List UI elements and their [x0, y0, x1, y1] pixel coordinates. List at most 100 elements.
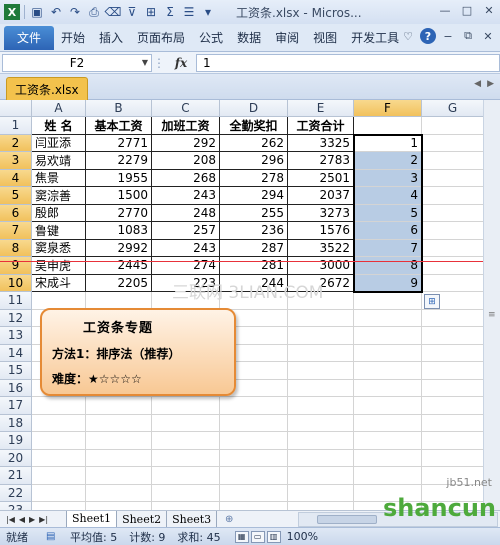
cell[interactable]: [354, 327, 422, 345]
cell[interactable]: [422, 222, 484, 240]
first-sheet-icon[interactable]: |◀: [6, 515, 15, 524]
row-header-22[interactable]: 22: [0, 484, 32, 502]
merge-icon[interactable]: ☰: [181, 4, 197, 20]
page-layout-view-icon[interactable]: ▭: [250, 530, 265, 543]
cell[interactable]: [354, 344, 422, 362]
table-cell[interactable]: 255: [220, 204, 288, 222]
table-header-cell[interactable]: 全勤奖扣: [220, 117, 288, 135]
table-cell[interactable]: 3273: [288, 204, 354, 222]
table-cell[interactable]: 1576: [288, 222, 354, 240]
cell[interactable]: [422, 169, 484, 187]
table-header-cell[interactable]: 工资合计: [288, 117, 354, 135]
insert-function-icon[interactable]: fx: [166, 56, 196, 70]
cell[interactable]: [354, 292, 422, 310]
cell[interactable]: [422, 362, 484, 380]
table-cell[interactable]: 296: [220, 152, 288, 170]
cell[interactable]: [422, 204, 484, 222]
row-header-7[interactable]: 7: [0, 222, 32, 240]
row-header-19[interactable]: 19: [0, 432, 32, 450]
table-cell[interactable]: 殷郎: [32, 204, 86, 222]
table-cell[interactable]: 292: [152, 134, 220, 152]
cell[interactable]: [86, 449, 152, 467]
table-header-cell[interactable]: 姓 名: [32, 117, 86, 135]
tab-insert[interactable]: 插入: [92, 29, 130, 46]
cell[interactable]: [354, 432, 422, 450]
row-header-5[interactable]: 5: [0, 187, 32, 205]
cell[interactable]: [288, 432, 354, 450]
cell[interactable]: [288, 344, 354, 362]
autosum-icon[interactable]: Σ: [162, 4, 178, 20]
tab-page-layout[interactable]: 页面布局: [130, 29, 192, 46]
row-header-13[interactable]: 13: [0, 327, 32, 345]
cell[interactable]: [422, 449, 484, 467]
row-header-8[interactable]: 8: [0, 239, 32, 257]
table-cell[interactable]: 易欢靖: [32, 152, 86, 170]
tab-developer[interactable]: 开发工具: [344, 29, 406, 46]
column-header-d[interactable]: D: [220, 100, 288, 117]
cell[interactable]: [220, 397, 288, 415]
row-header-14[interactable]: 14: [0, 344, 32, 362]
cell[interactable]: [288, 397, 354, 415]
redo-icon[interactable]: ↷: [67, 4, 83, 20]
table-cell[interactable]: 闫亚添: [32, 134, 86, 152]
cell[interactable]: [32, 292, 86, 310]
cell[interactable]: [32, 467, 86, 485]
table-cell[interactable]: 248: [152, 204, 220, 222]
cell[interactable]: [422, 117, 484, 135]
table-cell[interactable]: 243: [152, 239, 220, 257]
vertical-scrollbar[interactable]: ≡: [483, 100, 500, 520]
filter-icon[interactable]: ⊽: [124, 4, 140, 20]
last-sheet-icon[interactable]: ▶|: [39, 515, 48, 524]
row-header-12[interactable]: 12: [0, 309, 32, 327]
helper-number-cell[interactable]: 1: [354, 134, 422, 152]
row-header-17[interactable]: 17: [0, 397, 32, 415]
table-cell[interactable]: 2771: [86, 134, 152, 152]
normal-view-icon[interactable]: ▦: [234, 530, 249, 543]
help-icon[interactable]: ?: [420, 28, 436, 44]
maximize-button[interactable]: □: [456, 0, 478, 20]
table-cell[interactable]: 2992: [86, 239, 152, 257]
cell[interactable]: [86, 467, 152, 485]
row-header-10[interactable]: 10: [0, 274, 32, 292]
name-box[interactable]: F2 ▼: [2, 53, 152, 72]
cell[interactable]: [288, 484, 354, 502]
cell[interactable]: [32, 397, 86, 415]
cell[interactable]: [354, 117, 422, 135]
page-break-view-icon[interactable]: ▥: [266, 530, 281, 543]
row-header-11[interactable]: 11: [0, 292, 32, 310]
table-cell[interactable]: 2783: [288, 152, 354, 170]
cell[interactable]: [288, 467, 354, 485]
cell[interactable]: [354, 397, 422, 415]
minimize-button[interactable]: —: [434, 0, 456, 20]
table-cell[interactable]: 3522: [288, 239, 354, 257]
row-header-16[interactable]: 16: [0, 379, 32, 397]
cell[interactable]: [220, 414, 288, 432]
table-cell[interactable]: 236: [220, 222, 288, 240]
save-icon[interactable]: ▣: [29, 4, 45, 20]
macro-record-icon[interactable]: ▤: [46, 531, 64, 542]
workbook-tab[interactable]: 工资条.xlsx: [6, 77, 88, 100]
next-sheet-icon[interactable]: ▶: [29, 515, 35, 524]
cell[interactable]: [86, 397, 152, 415]
tab-home[interactable]: 开始: [54, 29, 92, 46]
prev-sheet-icon[interactable]: ◀: [19, 515, 25, 524]
tab-file[interactable]: 文件: [4, 25, 54, 50]
sheet-tab-sheet2[interactable]: Sheet2: [117, 510, 168, 528]
column-header-g[interactable]: G: [422, 100, 484, 117]
table-cell[interactable]: 窦泉悉: [32, 239, 86, 257]
table-header-cell[interactable]: 加班工资: [152, 117, 220, 135]
cell[interactable]: [422, 432, 484, 450]
sheet-tab-sheet3[interactable]: Sheet3: [167, 510, 218, 528]
table-cell[interactable]: 2205: [86, 274, 152, 292]
cell[interactable]: [422, 397, 484, 415]
insert-sheet-icon[interactable]: ⊕: [220, 512, 238, 526]
cell[interactable]: [32, 414, 86, 432]
sheet-tab-sheet1[interactable]: Sheet1: [66, 510, 118, 528]
cell[interactable]: [288, 309, 354, 327]
table-cell[interactable]: 268: [152, 169, 220, 187]
table-cell[interactable]: 2037: [288, 187, 354, 205]
customize-qat-icon[interactable]: ▾: [200, 4, 216, 20]
cell[interactable]: [152, 414, 220, 432]
scroll-grip-icon[interactable]: ≡: [488, 310, 496, 320]
cell[interactable]: [288, 449, 354, 467]
